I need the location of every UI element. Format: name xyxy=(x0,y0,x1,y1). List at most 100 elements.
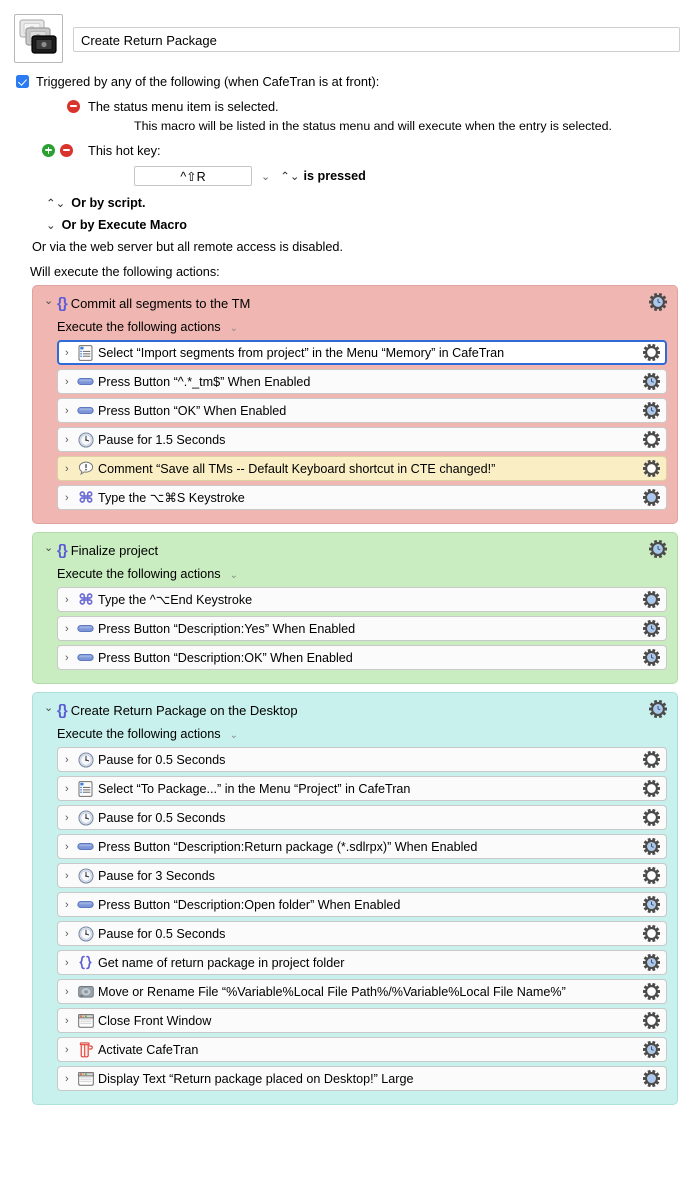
gear-icon[interactable] xyxy=(643,431,660,448)
gear-icon[interactable] xyxy=(643,620,660,637)
disclosure-triangle-icon[interactable] xyxy=(44,544,57,557)
action-row[interactable]: › Pause for 0.5 Seconds xyxy=(57,921,667,946)
gear-icon[interactable] xyxy=(643,925,660,942)
action-row[interactable]: › Type the ^⌥End Keystroke xyxy=(57,587,667,612)
disclosure-triangle-icon[interactable]: › xyxy=(65,652,77,664)
action-row[interactable]: › Pause for 0.5 Seconds xyxy=(57,805,667,830)
action-group[interactable]: {}Finalize project Execute the following… xyxy=(32,532,678,684)
disclosure-triangle-icon[interactable]: › xyxy=(65,812,77,824)
remove-trigger-button[interactable] xyxy=(67,99,80,113)
chevron-down-icon[interactable]: ⌄ xyxy=(261,170,270,183)
action-row[interactable]: › Select “To Package...” in the Menu “Pr… xyxy=(57,776,667,801)
triggered-by-checkbox[interactable] xyxy=(16,75,29,88)
or-by-script-row[interactable]: ⌃⌄ Or by script. xyxy=(46,196,680,210)
disclosure-triangle-icon[interactable] xyxy=(44,297,57,310)
disclosure-triangle-icon[interactable]: › xyxy=(65,463,77,475)
action-row[interactable]: › Press Button “^.*_tm$” When Enabled xyxy=(57,369,667,394)
disclosure-triangle-icon[interactable]: › xyxy=(65,347,77,359)
action-group-header[interactable]: {}Finalize project xyxy=(42,539,668,561)
gear-icon[interactable] xyxy=(643,402,660,419)
disclosure-triangle-icon[interactable]: › xyxy=(65,1073,77,1085)
gear-icon[interactable] xyxy=(649,700,667,718)
action-label: Move or Rename File “%Variable%Local Fil… xyxy=(98,984,566,999)
action-row[interactable]: › Press Button “Description:Return packa… xyxy=(57,834,667,859)
press-button-icon xyxy=(77,620,94,637)
remove-trigger-button[interactable] xyxy=(60,143,73,157)
gear-icon[interactable] xyxy=(643,1012,660,1029)
disclosure-triangle-icon[interactable]: › xyxy=(65,1015,77,1027)
disclosure-triangle-icon[interactable]: › xyxy=(65,783,77,795)
action-list: › Select “Import segments from project” … xyxy=(42,340,668,510)
gear-icon[interactable] xyxy=(643,649,660,666)
gear-icon[interactable] xyxy=(643,780,660,797)
action-row[interactable]: › Press Button “Description:Yes” When En… xyxy=(57,616,667,641)
disclosure-triangle-icon[interactable]: › xyxy=(65,1044,77,1056)
action-row[interactable]: › Pause for 0.5 Seconds xyxy=(57,747,667,772)
disclosure-triangle-icon[interactable]: › xyxy=(65,434,77,446)
action-group[interactable]: {}Commit all segments to the TM Execute … xyxy=(32,285,678,524)
action-group[interactable]: {}Create Return Package on the Desktop E… xyxy=(32,692,678,1105)
hotkey-suffix-label: is pressed xyxy=(303,169,366,183)
chevron-down-icon[interactable]: ⌄ xyxy=(230,323,238,334)
gear-icon[interactable] xyxy=(643,373,660,390)
gear-icon[interactable] xyxy=(643,983,660,1000)
action-row[interactable]: › Pause for 3 Seconds xyxy=(57,863,667,888)
add-trigger-button[interactable] xyxy=(42,143,55,157)
action-group-header[interactable]: {}Create Return Package on the Desktop xyxy=(42,699,668,721)
action-row[interactable]: › Type the ⌥⌘S Keystroke xyxy=(57,485,667,510)
disclosure-triangle-icon[interactable] xyxy=(44,704,57,717)
keystroke-icon xyxy=(77,489,94,506)
disclosure-triangle-icon[interactable]: › xyxy=(65,623,77,635)
gear-icon[interactable] xyxy=(649,540,667,558)
disclosure-triangle-icon[interactable]: › xyxy=(65,841,77,853)
execute-actions-text: Execute the following actions xyxy=(57,320,221,334)
action-row[interactable]: › Pause for 1.5 Seconds xyxy=(57,427,667,452)
macro-title-input[interactable]: Create Return Package xyxy=(73,27,680,52)
disclosure-triangle-icon[interactable]: › xyxy=(65,594,77,606)
macro-group-stack-icon[interactable] xyxy=(14,14,63,63)
chevron-down-icon[interactable]: ⌄ xyxy=(230,570,238,581)
gear-icon[interactable] xyxy=(643,344,660,361)
gear-icon[interactable] xyxy=(643,489,660,506)
action-row[interactable]: › Move or Rename File “%Variable%Local F… xyxy=(57,979,667,1004)
action-group-header[interactable]: {}Commit all segments to the TM xyxy=(42,292,668,314)
gear-icon[interactable] xyxy=(643,867,660,884)
disclosure-triangle-icon[interactable]: › xyxy=(65,376,77,388)
action-row[interactable]: › Close Front Window xyxy=(57,1008,667,1033)
macro-header: Create Return Package xyxy=(0,0,690,63)
hotkey-input[interactable]: ^⇧R xyxy=(134,166,252,186)
action-row[interactable]: › Press Button “Description:OK” When Ena… xyxy=(57,645,667,670)
disclosure-triangle-icon[interactable]: › xyxy=(65,405,77,417)
disclosure-triangle-icon[interactable]: › xyxy=(65,870,77,882)
action-row[interactable]: › Comment “Save all TMs -- Default Keybo… xyxy=(57,456,667,481)
action-row[interactable]: › Select “Import segments from project” … xyxy=(57,340,667,365)
gear-icon[interactable] xyxy=(643,591,660,608)
action-row[interactable]: › Get name of return package in project … xyxy=(57,950,667,975)
gear-icon[interactable] xyxy=(643,751,660,768)
gear-icon[interactable] xyxy=(643,896,660,913)
disclosure-triangle-icon[interactable]: › xyxy=(65,957,77,969)
gear-icon[interactable] xyxy=(643,1070,660,1087)
disclosure-triangle-icon[interactable]: › xyxy=(65,492,77,504)
gear-icon[interactable] xyxy=(643,838,660,855)
stepper-icon[interactable]: ⌃⌄ xyxy=(280,169,299,183)
action-row[interactable]: › Press Button “OK” When Enabled xyxy=(57,398,667,423)
action-label: Press Button “Description:OK” When Enabl… xyxy=(98,650,353,665)
gear-icon[interactable] xyxy=(643,1041,660,1058)
or-by-execute-macro-row[interactable]: ⌄ Or by Execute Macro xyxy=(46,218,680,232)
disclosure-triangle-icon[interactable]: › xyxy=(65,986,77,998)
trigger-label: The status menu item is selected. xyxy=(88,98,279,114)
disclosure-triangle-icon[interactable]: › xyxy=(65,754,77,766)
action-row[interactable]: › Activate CafeTran xyxy=(57,1037,667,1062)
gear-icon[interactable] xyxy=(643,460,660,477)
chevron-down-icon[interactable]: ⌄ xyxy=(230,730,238,741)
triggered-by-row[interactable]: Triggered by any of the following (when … xyxy=(16,74,680,89)
disclosure-triangle-icon[interactable]: › xyxy=(65,899,77,911)
action-row[interactable]: › Press Button “Description:Open folder”… xyxy=(57,892,667,917)
action-row[interactable]: › Display Text “Return package placed on… xyxy=(57,1066,667,1091)
clock-icon xyxy=(77,751,94,768)
gear-icon[interactable] xyxy=(643,954,660,971)
disclosure-triangle-icon[interactable]: › xyxy=(65,928,77,940)
gear-icon[interactable] xyxy=(649,293,667,311)
gear-icon[interactable] xyxy=(643,809,660,826)
